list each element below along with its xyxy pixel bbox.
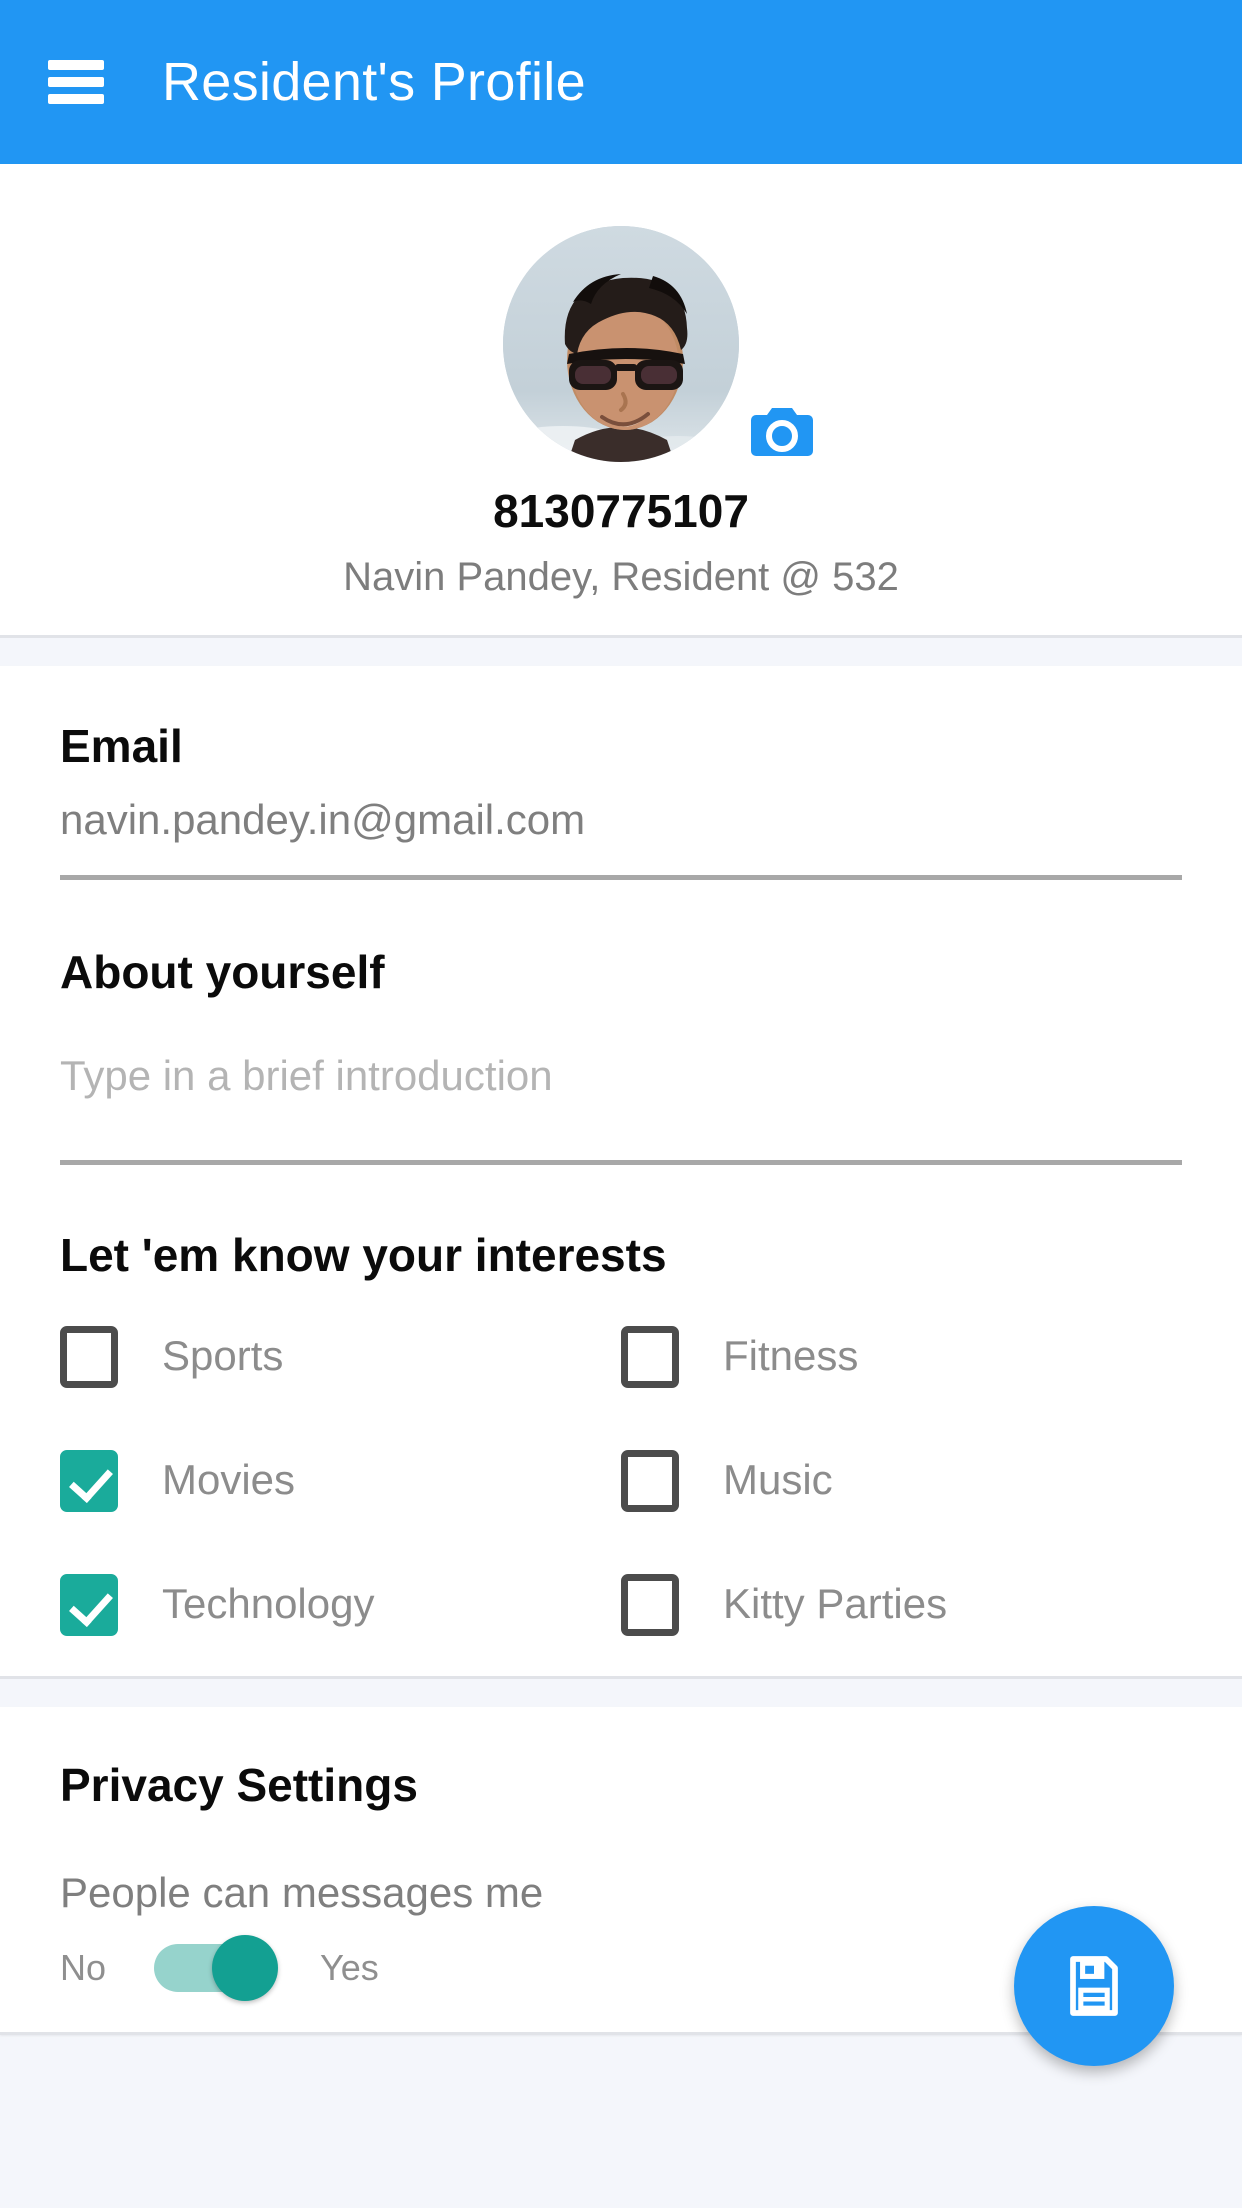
interests-grid: Sports Fitness Movies Music Technology K… <box>60 1325 1182 1636</box>
page-title: Resident's Profile <box>162 52 586 112</box>
interests-title: Let 'em know your interests <box>60 1228 667 1281</box>
toggle-off-label: No <box>60 1947 107 1989</box>
checkbox-sports[interactable] <box>60 1325 118 1388</box>
about-input[interactable]: Type in a brief introduction <box>60 1051 1182 1101</box>
toggle-knob <box>212 1934 279 2001</box>
about-label: About yourself <box>60 946 385 999</box>
interest-label: Movies <box>162 1456 296 1504</box>
email-underline <box>60 875 1182 881</box>
card-gap <box>0 638 1242 667</box>
checkbox-kitty-parties[interactable] <box>621 1573 679 1636</box>
profile-subtitle: Navin Pandey, Resident @ 532 <box>343 555 899 600</box>
interest-item-kitty-parties[interactable]: Kitty Parties <box>621 1573 1182 1636</box>
privacy-settings-title: Privacy Settings <box>60 1758 418 1811</box>
camera-icon[interactable] <box>751 404 813 458</box>
hamburger-bar <box>48 94 104 104</box>
email-field-block: Email navin.pandey.in@gmail.com <box>60 720 1182 881</box>
profile-card: 8130775107 Navin Pandey, Resident @ 532 <box>0 164 1242 639</box>
interest-label: Kitty Parties <box>723 1580 948 1628</box>
email-field[interactable]: navin.pandey.in@gmail.com <box>60 795 1182 845</box>
checkbox-fitness[interactable] <box>621 1325 679 1388</box>
camera-glyph <box>751 408 813 456</box>
avatar[interactable] <box>503 226 739 462</box>
email-label: Email <box>60 720 183 773</box>
privacy-row-label-messages: People can messages me <box>60 1868 544 1916</box>
profile-phone: 8130775107 <box>493 485 749 537</box>
avatar-photo <box>503 226 739 462</box>
interest-label: Sports <box>162 1332 284 1380</box>
hamburger-bar <box>48 60 104 70</box>
interest-item-technology[interactable]: Technology <box>60 1573 621 1636</box>
card-gap <box>0 1678 1242 1707</box>
avatar-wrapper <box>503 226 813 462</box>
interest-item-movies[interactable]: Movies <box>60 1449 621 1512</box>
toggle-messages[interactable] <box>154 1934 279 2001</box>
app-screen: Resident's Profile 8130775107 Navin Pand… <box>0 0 1242 2208</box>
save-floppy-disk-icon <box>1070 1956 1118 2016</box>
interest-item-fitness[interactable]: Fitness <box>621 1325 1182 1388</box>
hamburger-bar <box>48 77 104 87</box>
app-bar: Resident's Profile <box>0 0 1242 164</box>
checkbox-music[interactable] <box>621 1449 679 1512</box>
about-field-block: About yourself Type in a brief introduct… <box>60 946 1182 1165</box>
interest-item-music[interactable]: Music <box>621 1449 1182 1512</box>
checkbox-movies[interactable] <box>60 1449 118 1512</box>
save-fab-button[interactable] <box>1014 1906 1174 2066</box>
interest-label: Fitness <box>723 1332 859 1380</box>
hamburger-menu-icon[interactable] <box>48 60 104 104</box>
interest-label: Music <box>723 1456 833 1504</box>
profile-form-card: Email navin.pandey.in@gmail.com About yo… <box>0 666 1242 1679</box>
interest-label: Technology <box>162 1580 375 1628</box>
checkbox-technology[interactable] <box>60 1573 118 1636</box>
interest-item-sports[interactable]: Sports <box>60 1325 621 1388</box>
toggle-on-label: Yes <box>320 1947 379 1989</box>
about-underline <box>60 1159 1182 1165</box>
